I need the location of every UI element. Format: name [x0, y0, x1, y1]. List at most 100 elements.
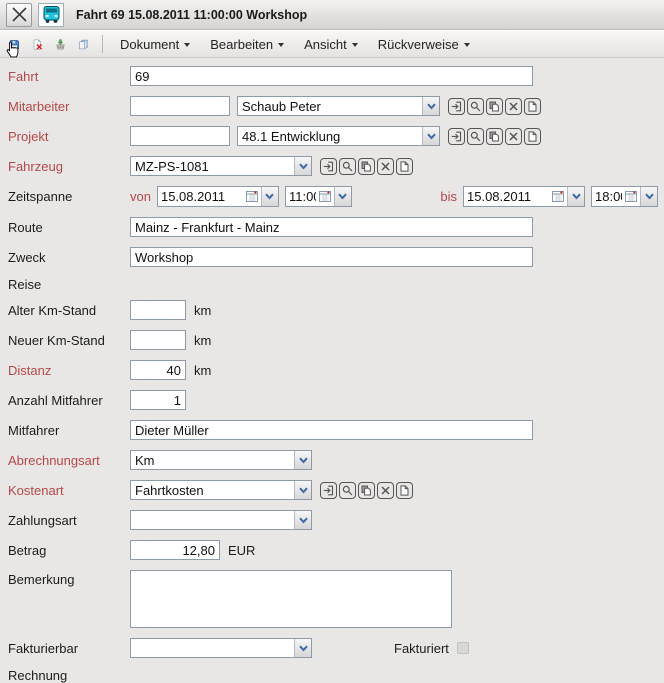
kostenart-action-icons	[320, 482, 413, 499]
row-fahrzeug: Fahrzeug MZ-PS-1081	[8, 156, 664, 176]
row-betrag: Betrag EUR	[8, 540, 664, 560]
neuer-km-input[interactable]	[130, 330, 186, 350]
search-icon[interactable]	[467, 128, 484, 145]
alter-km-unit: km	[194, 303, 211, 318]
copy-record-icon[interactable]	[358, 482, 375, 499]
kostenart-dropdown[interactable]: Fahrtkosten	[130, 480, 312, 500]
fakturiert-checkbox	[457, 642, 469, 654]
bis-date-picker[interactable]	[463, 186, 585, 207]
row-rechnung: Rechnung	[8, 668, 664, 683]
row-reise: Reise	[8, 277, 664, 292]
row-alter-km: Alter Km-Stand km	[8, 300, 664, 320]
distanz-label: Distanz	[8, 363, 130, 378]
chevron-down-icon[interactable]	[294, 639, 311, 657]
menu-caret-icon	[184, 43, 190, 47]
betrag-unit: EUR	[228, 543, 255, 558]
fahrzeug-dropdown[interactable]: MZ-PS-1081	[130, 156, 312, 176]
projekt-label: Projekt	[8, 129, 130, 144]
open-record-icon[interactable]	[320, 482, 337, 499]
projekt-dropdown[interactable]: 48.1 Entwicklung	[237, 126, 440, 146]
zweck-input[interactable]	[130, 247, 533, 267]
chevron-down-icon[interactable]	[294, 451, 311, 469]
projekt-code-input[interactable]	[130, 126, 230, 146]
row-zweck: Zweck	[8, 247, 664, 267]
search-icon[interactable]	[339, 158, 356, 175]
chevron-down-icon[interactable]	[294, 157, 311, 175]
close-button[interactable]	[6, 3, 32, 27]
calendar-icon	[552, 190, 566, 203]
mitfahrer-input[interactable]	[130, 420, 533, 440]
menu-bearbeiten[interactable]: Bearbeiten	[200, 34, 294, 55]
delete-button[interactable]	[26, 32, 49, 56]
zweck-label: Zweck	[8, 250, 130, 265]
paste-button[interactable]	[49, 32, 72, 56]
fahrt-field	[130, 66, 533, 86]
row-zahlungsart: Zahlungsart	[8, 510, 664, 530]
new-record-icon[interactable]	[396, 482, 413, 499]
chevron-down-icon[interactable]	[567, 187, 584, 206]
chevron-down-icon[interactable]	[294, 511, 311, 529]
bis-label: bis	[440, 189, 457, 204]
clear-icon[interactable]	[505, 128, 522, 145]
copy-record-icon[interactable]	[358, 158, 375, 175]
mitarbeiter-code-input[interactable]	[130, 96, 230, 116]
new-record-icon[interactable]	[396, 158, 413, 175]
new-record-icon[interactable]	[524, 128, 541, 145]
bis-time-input[interactable]	[592, 189, 625, 204]
chevron-down-icon[interactable]	[422, 127, 439, 145]
von-date-input[interactable]	[158, 189, 246, 204]
search-icon[interactable]	[467, 98, 484, 115]
projekt-action-icons	[448, 128, 541, 145]
calendar-icon	[246, 190, 260, 203]
chevron-down-icon[interactable]	[640, 187, 657, 206]
bemerkung-textarea[interactable]	[130, 570, 452, 628]
neuer-km-unit: km	[194, 333, 211, 348]
search-icon[interactable]	[339, 482, 356, 499]
zahlungsart-dropdown[interactable]	[130, 510, 312, 530]
menu-ansicht[interactable]: Ansicht	[294, 34, 368, 55]
chevron-down-icon[interactable]	[334, 187, 351, 206]
open-record-icon[interactable]	[448, 98, 465, 115]
von-time-input[interactable]	[286, 189, 319, 204]
von-time-picker[interactable]	[285, 186, 352, 207]
rechnung-section-label: Rechnung	[8, 668, 130, 683]
von-label: von	[130, 189, 151, 204]
row-zeitspanne: Zeitspanne von bis	[8, 186, 664, 207]
route-input[interactable]	[130, 217, 533, 237]
row-neuer-km: Neuer Km-Stand km	[8, 330, 664, 350]
fakturierbar-label: Fakturierbar	[8, 641, 130, 656]
anzahl-mitfahrer-input[interactable]	[130, 390, 186, 410]
von-date-picker[interactable]	[157, 186, 279, 207]
clear-icon[interactable]	[505, 98, 522, 115]
distanz-input[interactable]	[130, 360, 186, 380]
menu-dokument[interactable]: Dokument	[110, 34, 200, 55]
chevron-down-icon[interactable]	[422, 97, 439, 115]
chevron-down-icon[interactable]	[294, 481, 311, 499]
bis-date-input[interactable]	[464, 189, 552, 204]
mitarbeiter-dropdown[interactable]: Schaub Peter	[237, 96, 440, 116]
clear-icon[interactable]	[377, 482, 394, 499]
open-record-icon[interactable]	[448, 128, 465, 145]
new-record-icon[interactable]	[524, 98, 541, 115]
save-button[interactable]	[3, 32, 26, 56]
alter-km-input[interactable]	[130, 300, 186, 320]
zahlungsart-label: Zahlungsart	[8, 513, 130, 528]
copy-button[interactable]	[72, 32, 95, 56]
route-label: Route	[8, 220, 130, 235]
bis-time-picker[interactable]	[591, 186, 658, 207]
abrechnungsart-dropdown[interactable]: Km	[130, 450, 312, 470]
window-title: Fahrt 69 15.08.2011 11:00:00 Workshop	[76, 8, 307, 22]
fakturierbar-dropdown[interactable]	[130, 638, 312, 658]
copy-record-icon[interactable]	[486, 98, 503, 115]
abrechnungsart-label: Abrechnungsart	[8, 453, 130, 468]
menu-rueckverweise[interactable]: Rückverweise	[368, 34, 480, 55]
hand-cursor-icon	[5, 41, 20, 61]
menu-caret-icon	[352, 43, 358, 47]
calendar-icon	[319, 190, 333, 203]
clear-icon[interactable]	[377, 158, 394, 175]
calendar-icon	[625, 190, 639, 203]
copy-record-icon[interactable]	[486, 128, 503, 145]
fahrzeug-label: Fahrzeug	[8, 159, 130, 174]
chevron-down-icon[interactable]	[261, 187, 278, 206]
open-record-icon[interactable]	[320, 158, 337, 175]
